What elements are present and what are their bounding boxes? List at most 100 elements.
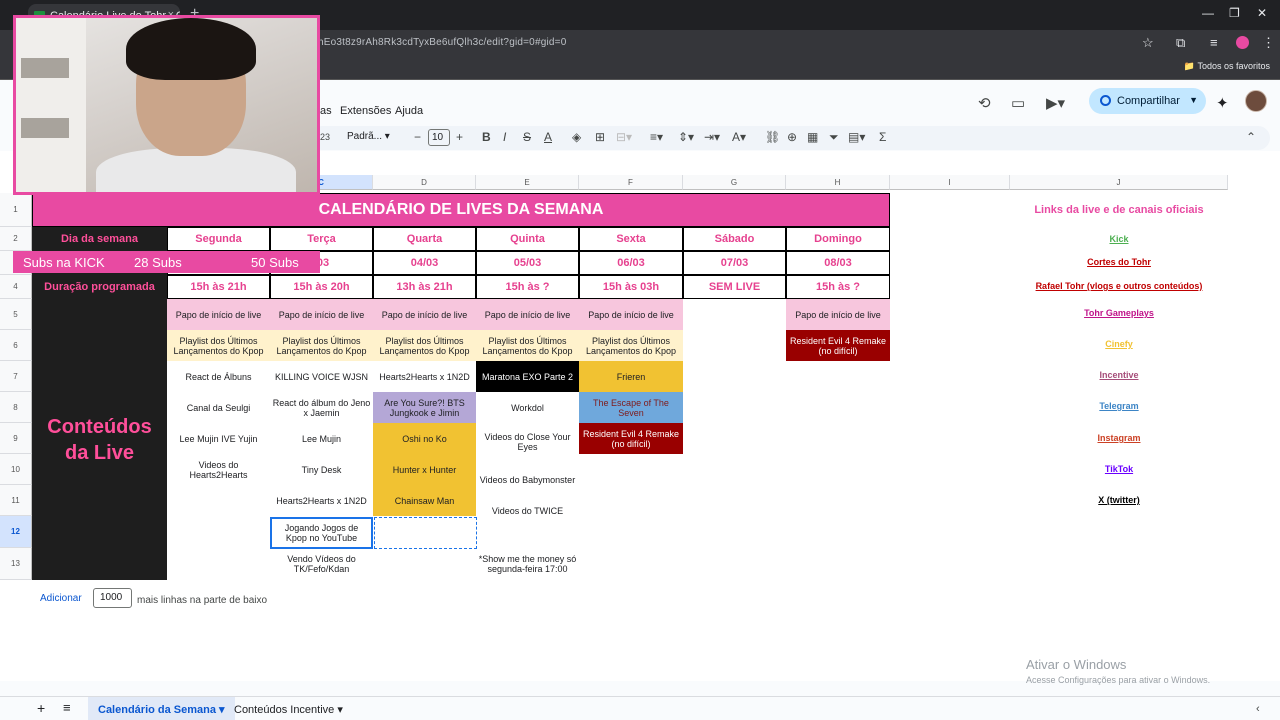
schedule-cell[interactable]: Papo de início de live (373, 299, 476, 330)
day-header[interactable]: Sexta (579, 227, 683, 251)
official-link[interactable]: Incentive (1010, 370, 1228, 380)
schedule-cell[interactable]: Videos do TWICE (476, 495, 579, 526)
row-header[interactable]: 11 (0, 485, 32, 516)
day-header[interactable]: Domingo (786, 227, 890, 251)
date-cell[interactable]: 08/03 (786, 251, 890, 275)
schedule-cell[interactable]: Resident Evil 4 Remake (no difícil) (579, 423, 683, 454)
official-link[interactable]: Tohr Gameplays (1010, 308, 1228, 318)
schedule-cell[interactable]: Videos do Hearts2Hearts (167, 454, 270, 485)
meet-icon[interactable]: ▶▾ (1046, 94, 1065, 112)
schedule-cell[interactable]: Playlist dos Últimos Lançamentos do Kpop (270, 330, 373, 361)
schedule-cell[interactable]: Chainsaw Man (373, 485, 476, 516)
row-header[interactable]: 5 (0, 299, 32, 330)
duration-cell[interactable]: 15h às 03h (579, 275, 683, 299)
text-color-icon[interactable]: A (544, 130, 552, 144)
chevron-down-icon[interactable]: ▼ (1189, 95, 1198, 105)
wrap-icon[interactable]: ⇥▾ (704, 130, 720, 144)
gemini-icon[interactable]: ✦ (1216, 94, 1229, 112)
schedule-note[interactable]: *Show me the money só segunda-feira 17:0… (476, 548, 579, 580)
date-cell[interactable]: 05/03 (476, 251, 579, 275)
menu-ferramentas[interactable]: as (320, 105, 332, 117)
row-header[interactable]: 12 (0, 516, 32, 548)
schedule-cell[interactable]: Playlist dos Últimos Lançamentos do Kpop (476, 330, 579, 361)
schedule-cell[interactable]: Resident Evil 4 Remake (no difícil) (786, 330, 890, 361)
add-rows-button[interactable]: Adicionar (40, 593, 82, 604)
date-cell[interactable]: 06/03 (579, 251, 683, 275)
row-header[interactable]: 7 (0, 361, 32, 392)
font-size-input[interactable]: 10 (428, 129, 450, 146)
official-link[interactable]: TikTok (1010, 464, 1228, 474)
row-header[interactable]: 8 (0, 392, 32, 423)
date-cell[interactable]: 07/03 (683, 251, 786, 275)
copy-range-cell[interactable] (374, 517, 477, 549)
comment-icon[interactable]: ▭ (1011, 94, 1025, 112)
row-header[interactable]: 2 (0, 227, 32, 251)
history-icon[interactable]: ⟲ (978, 94, 991, 112)
reading-list-icon[interactable]: ≡ (1210, 35, 1218, 50)
day-header[interactable]: Quinta (476, 227, 579, 251)
official-link[interactable]: Rafael Tohr (vlogs e outros conteúdos) (1010, 281, 1228, 291)
schedule-cell[interactable]: Papo de início de live (167, 299, 270, 330)
schedule-cell[interactable]: Papo de início de live (579, 299, 683, 330)
functions-icon[interactable]: Σ (879, 130, 886, 144)
strikethrough-icon[interactable]: S (523, 130, 531, 144)
browser-menu-icon[interactable]: ⋮ (1262, 35, 1275, 51)
official-link[interactable]: Telegram (1010, 401, 1228, 411)
maximize-icon[interactable]: ❐ (1229, 6, 1240, 20)
schedule-cell[interactable]: Vendo Vídeos do TK/Fefo/Kdan (270, 548, 373, 580)
duration-cell[interactable]: 15h às 21h (167, 275, 270, 299)
filter-icon[interactable]: ⏷ (829, 130, 839, 145)
official-link[interactable]: Instagram (1010, 433, 1228, 443)
schedule-cell[interactable]: Oshi no Ko (373, 423, 476, 454)
add-rows-count-input[interactable]: 1000 (93, 588, 132, 608)
col-header-g[interactable]: G (683, 175, 786, 190)
col-header-d[interactable]: D (373, 175, 476, 190)
duration-cell[interactable]: 13h às 21h (373, 275, 476, 299)
row-header[interactable]: 13 (0, 548, 32, 580)
schedule-cell[interactable]: Hunter x Hunter (373, 454, 476, 485)
day-header[interactable]: Quarta (373, 227, 476, 251)
minimize-icon[interactable]: — (1202, 6, 1214, 20)
duration-cell[interactable]: 15h às ? (476, 275, 579, 299)
schedule-cell[interactable]: Videos do Babymonster (476, 464, 579, 495)
schedule-cell[interactable]: Lee Mujin IVE Yujin (167, 423, 270, 454)
decrease-font-icon[interactable]: − (414, 130, 421, 144)
conteudos-label[interactable]: Conteúdos da Live (32, 299, 167, 580)
increase-font-icon[interactable]: + (456, 130, 463, 144)
schedule-cell[interactable]: Are You Sure?! BTS Jungkook e Jimin (373, 392, 476, 423)
schedule-cell[interactable]: Playlist dos Últimos Lançamentos do Kpop (579, 330, 683, 361)
borders-icon[interactable]: ⊞ (595, 130, 605, 144)
schedule-cell[interactable]: React de Álbuns (167, 361, 270, 392)
official-link[interactable]: Cortes do Tohr (1010, 257, 1228, 267)
duration-cell[interactable]: SEM LIVE (683, 275, 786, 299)
col-header-i[interactable]: I (890, 175, 1010, 190)
all-sheets-icon[interactable]: ≡ (63, 700, 71, 715)
profile-icon[interactable] (1236, 36, 1249, 49)
fill-color-icon[interactable]: ◈ (572, 130, 581, 144)
schedule-cell[interactable]: React do álbum do Jeno x Jaemin (270, 392, 373, 423)
extensions-icon[interactable]: ⧉ (1176, 35, 1185, 51)
day-header[interactable]: Terça (270, 227, 373, 251)
url-text[interactable]: hEo3t8z9rAh8Rk3cdTyxBe6ufQlh3c/edit?gid=… (318, 37, 566, 48)
align-icon[interactable]: ≡▾ (650, 130, 663, 144)
schedule-cell[interactable]: Tiny Desk (270, 454, 373, 485)
link-icon[interactable]: ⛓ (765, 130, 780, 144)
font-select[interactable]: Padrã... ▾ (347, 131, 390, 142)
schedule-cell[interactable]: Hearts2Hearts x 1N2D (373, 361, 476, 392)
all-bookmarks-link[interactable]: 📁 Todos os favoritos (1184, 61, 1270, 72)
schedule-cell[interactable]: Papo de início de live (786, 299, 890, 330)
rotate-text-icon[interactable]: A▾ (732, 130, 746, 144)
col-header-f[interactable]: F (579, 175, 683, 190)
col-header-h[interactable]: H (786, 175, 890, 190)
valign-icon[interactable]: ⇕▾ (678, 130, 694, 144)
sheet-tab[interactable]: Conteúdos Incentive ▾ (234, 703, 343, 716)
schedule-cell[interactable]: Playlist dos Últimos Lançamentos do Kpop (167, 330, 270, 361)
sheet-tab-active[interactable]: Calendário da Semana ▾ (88, 697, 235, 720)
duration-cell[interactable]: 15h às 20h (270, 275, 373, 299)
weekday-label[interactable]: Dia da semana (32, 227, 167, 251)
number-format-button[interactable]: 23 (320, 132, 330, 142)
share-button[interactable]: Compartilhar ▼ (1089, 88, 1206, 114)
merge-cells-icon[interactable]: ⊟▾ (616, 130, 632, 144)
schedule-cell[interactable]: Lee Mujin (270, 423, 373, 454)
official-link[interactable]: Kick (1010, 234, 1228, 244)
